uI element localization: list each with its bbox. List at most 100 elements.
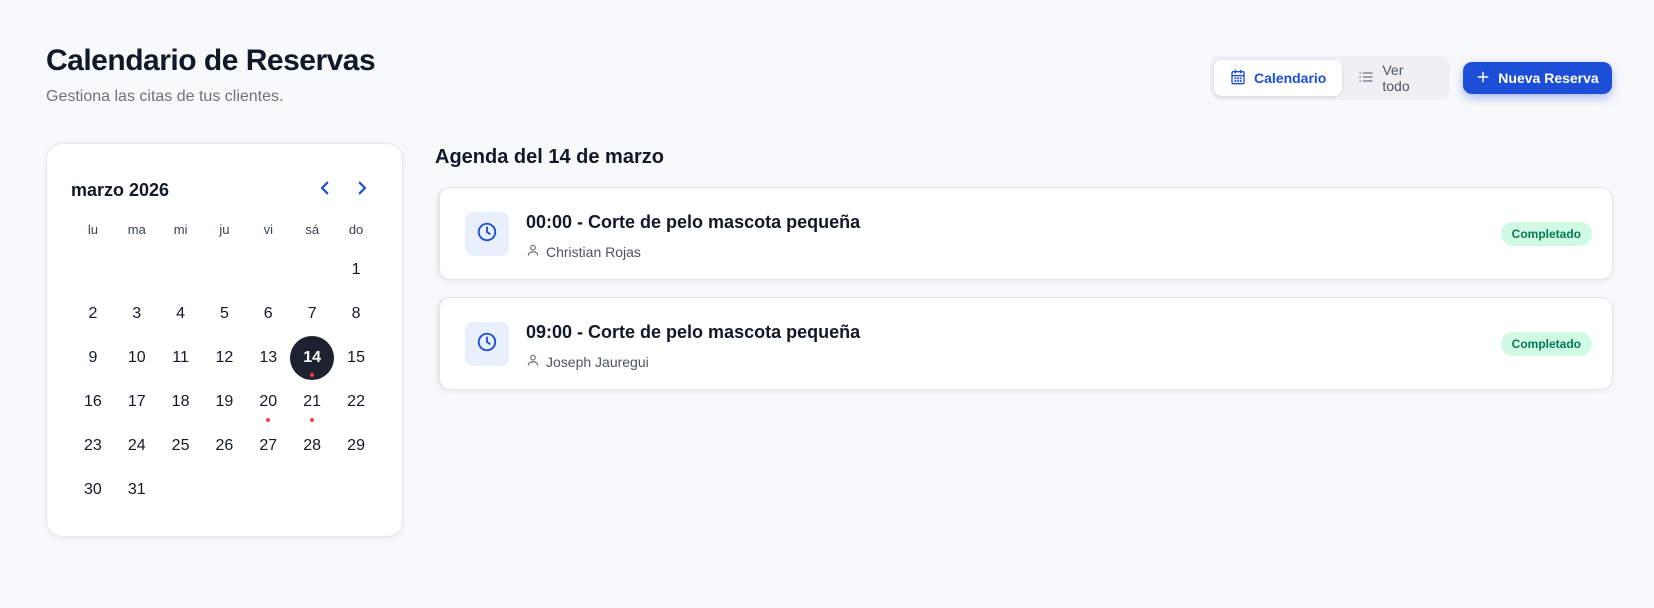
page-header: Calendario de Reservas Gestiona las cita… [46,44,376,106]
day-cell[interactable]: 26 [202,424,246,468]
day-number: 17 [127,393,146,410]
day-cell[interactable]: 18 [159,380,203,424]
page-title: Calendario de Reservas [46,44,376,77]
day-cell[interactable]: 24 [115,424,159,468]
day-number: 23 [84,437,102,454]
event-dot [266,418,271,422]
day-number: 29 [347,437,365,454]
next-month-button[interactable] [350,178,374,202]
day-cell[interactable]: 15 [334,336,378,380]
new-booking-button[interactable]: Nueva Reserva [1463,62,1612,94]
day-cell[interactable]: 20 [246,380,290,424]
day-number: 8 [351,305,361,322]
day-cell[interactable]: 8 [334,292,378,336]
empty-day-cell [290,248,334,292]
month-label: marzo 2026 [71,180,170,200]
empty-day-cell [246,248,290,292]
day-cell[interactable]: 31 [115,468,159,512]
day-cell[interactable]: 11 [159,336,203,380]
day-number: 1 [351,261,361,278]
weekday-label: mi [173,222,188,237]
day-number: 13 [259,349,278,366]
day-number: 30 [84,481,102,498]
view-toggle: Calendario Ver todo [1210,56,1450,100]
day-number: 9 [88,349,98,366]
day-number: 5 [219,305,229,322]
appointment-client: Christian Rojas [526,243,641,260]
appointment-title: 00:00 - Corte de pelo mascota pequeña [526,212,861,232]
day-cell[interactable]: 5 [202,292,246,336]
day-number: 22 [347,393,365,410]
day-grid: 1 2 3 4 5 6 7 8 9 10 11 12 13 14 15 16 17 18 19 20 21 22 23 24 2… [71,248,378,512]
page-subtitle: Gestiona las citas de tus clientes. [46,88,284,105]
day-number: 2 [88,305,98,322]
appointment-card[interactable]: 09:00 - Corte de pelo mascota pequeña Jo… [437,297,1613,390]
appointment-client: Joseph Jauregui [526,353,649,370]
day-number: 19 [215,393,234,410]
event-dot [310,418,315,422]
weekday-label: sá [305,222,320,237]
day-number: 26 [215,437,234,454]
day-cell[interactable]: 22 [334,380,378,424]
day-cell[interactable]: 7 [290,292,334,336]
day-cell[interactable]: 6 [246,292,290,336]
new-booking-label: Nueva Reserva [1498,70,1599,86]
day-number: 3 [132,305,142,322]
list-icon [1358,69,1374,88]
weekday-label: do [348,222,364,237]
calendar-view-label: Calendario [1254,70,1327,86]
day-cell[interactable]: 30 [71,468,115,512]
appointment-icon-box [465,212,509,256]
calendar-view-button[interactable]: Calendario [1214,60,1343,96]
day-cell[interactable]: 21 [290,380,334,424]
day-cell[interactable]: 29 [334,424,378,468]
clock-icon [476,221,498,248]
day-cell[interactable]: 16 [71,380,115,424]
day-number: 28 [303,437,322,454]
day-cell[interactable]: 12 [202,336,246,380]
day-number: 11 [172,349,189,366]
day-cell[interactable]: 28 [290,424,334,468]
day-number: 4 [176,305,186,322]
day-cell[interactable]: 17 [115,380,159,424]
empty-day-cell [159,248,203,292]
day-cell[interactable]: 4 [159,292,203,336]
empty-day-cell [115,248,159,292]
appointment-card[interactable]: 00:00 - Corte de pelo mascota pequeña Ch… [437,187,1613,280]
day-cell[interactable]: 13 [246,336,290,380]
day-cell[interactable]: 19 [202,380,246,424]
weekday-label: ju [219,222,230,237]
day-cell[interactable]: 27 [246,424,290,468]
selected-day-cell[interactable]: 14 [290,336,335,380]
previous-month-button[interactable] [313,178,337,202]
user-icon [526,243,540,260]
chevron-left-icon [316,179,334,202]
list-view-button[interactable]: Ver todo [1342,60,1446,96]
day-cell[interactable]: 9 [71,336,115,380]
day-cell[interactable]: 2 [71,292,115,336]
day-number: 7 [307,305,317,322]
day-cell[interactable]: 3 [115,292,159,336]
day-cell[interactable]: 25 [159,424,203,468]
client-name: Christian Rojas [546,243,641,260]
day-cell[interactable]: 1 [334,248,378,292]
day-number: 16 [84,393,102,410]
day-cell[interactable]: 23 [71,424,115,468]
weekday-header: lu ma mi ju vi sá do [71,222,378,237]
appointment-title: 09:00 - Corte de pelo mascota pequeña [526,322,861,342]
client-name: Joseph Jauregui [546,353,649,370]
empty-day-cell [71,248,115,292]
empty-day-cell [202,248,246,292]
day-cell[interactable]: 10 [115,336,159,380]
plus-icon [1476,70,1490,87]
day-number: 24 [127,437,146,454]
status-badge: Completado [1500,332,1592,356]
day-number: 10 [127,349,146,366]
weekday-label: lu [87,222,98,237]
day-number: 31 [127,481,146,498]
chevron-right-icon [353,179,371,202]
list-view-label: Ver todo [1382,62,1410,94]
day-number: 20 [259,393,278,410]
calendar-icon [1230,69,1246,88]
day-number: 12 [215,349,234,366]
